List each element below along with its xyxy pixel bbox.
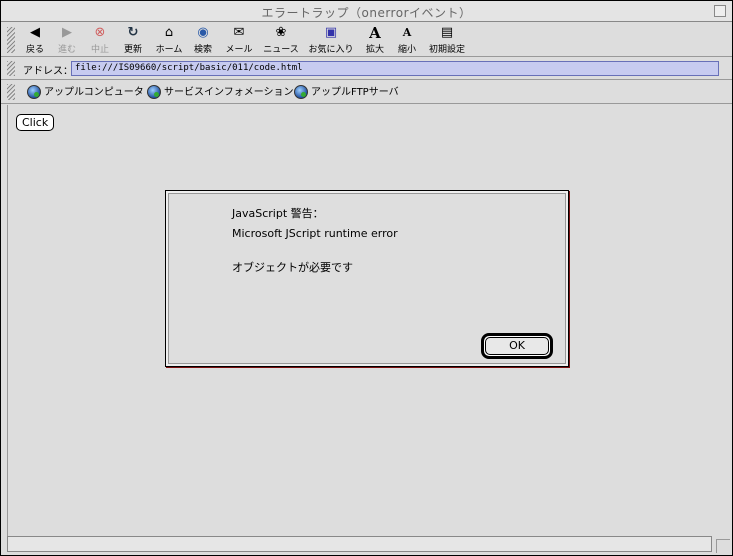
forward-arrow-icon: ▶: [62, 25, 72, 40]
larger-text-icon: A: [369, 24, 381, 42]
javascript-alert-dialog: JavaScript 警告： Microsoft JScript runtime…: [165, 190, 569, 367]
mail-button[interactable]: ✉ メール: [223, 25, 255, 55]
preferences-button[interactable]: ▤ 初期設定: [427, 25, 467, 55]
link-label: アップルコンピュータ: [44, 87, 144, 98]
globe-icon: [27, 85, 41, 99]
favorites-label: お気に入り: [308, 45, 354, 55]
mail-icon: ✉: [233, 25, 245, 40]
larger-text-label: 拡大: [365, 45, 384, 55]
news-icon: ❀: [275, 25, 287, 40]
link-apple-ftp-server[interactable]: アップルFTPサーバ: [294, 84, 399, 102]
preferences-label: 初期設定: [428, 45, 465, 55]
favorites-button[interactable]: ▣ お気に入り: [306, 25, 356, 55]
forward-button[interactable]: ▶ 進む: [55, 25, 79, 55]
stop-button[interactable]: ⊗ 中止: [88, 25, 112, 55]
search-globe-icon: ◉: [197, 25, 209, 40]
home-button[interactable]: ⌂ ホーム: [153, 25, 185, 55]
links-grip-icon[interactable]: [7, 84, 15, 100]
favorites-bar: アップルコンピュータ サービスインフォメーション アップルFTPサーバ: [1, 81, 732, 104]
browser-window: エラートラップ（onerrorイベント） ◀ 戻る ▶ 進む ⊗ 中止 ↻ 更新…: [0, 0, 733, 556]
window-title: エラートラップ（onerrorイベント）: [261, 6, 472, 20]
link-label: サービスインフォメーション: [164, 87, 294, 98]
refresh-button[interactable]: ↻ 更新: [121, 25, 145, 55]
ok-button[interactable]: OK: [481, 333, 553, 359]
ok-label: OK: [485, 337, 549, 355]
toolbar: ◀ 戻る ▶ 進む ⊗ 中止 ↻ 更新 ⌂ ホーム ◉ 検索 ✉ メール ❀ ニ: [1, 23, 732, 57]
news-label: ニュース: [263, 45, 299, 55]
refresh-label: 更新: [123, 45, 142, 55]
link-service-information[interactable]: サービスインフォメーション: [147, 84, 294, 102]
home-icon: ⌂: [164, 25, 174, 40]
preferences-icon: ▤: [440, 25, 454, 40]
news-button[interactable]: ❀ ニュース: [261, 25, 301, 55]
back-label: 戻る: [25, 45, 44, 55]
globe-icon: [294, 85, 308, 99]
status-bar: [7, 536, 712, 552]
stop-label: 中止: [90, 45, 109, 55]
resize-handle-icon[interactable]: [716, 539, 730, 553]
stop-icon: ⊗: [94, 25, 106, 40]
larger-text-button[interactable]: A 拡大: [363, 25, 387, 55]
forward-label: 進む: [57, 45, 76, 55]
address-input[interactable]: file:///IS09660/script/basic/011/code.ht…: [71, 61, 719, 76]
refresh-icon: ↻: [127, 25, 139, 40]
click-button[interactable]: Click: [16, 114, 55, 131]
toolbar-grip-icon[interactable]: [7, 27, 15, 53]
home-label: ホーム: [155, 45, 183, 55]
smaller-text-label: 縮小: [397, 45, 416, 55]
link-apple-computer[interactable]: アップルコンピュータ: [27, 84, 144, 102]
address-label: アドレス：: [23, 66, 73, 77]
link-label: アップルFTPサーバ: [311, 87, 399, 98]
back-arrow-icon: ◀: [30, 25, 40, 40]
favorites-icon: ▣: [324, 25, 338, 40]
zoom-box-icon[interactable]: [714, 5, 726, 17]
mail-label: メール: [225, 45, 253, 55]
title-bar[interactable]: エラートラップ（onerrorイベント）: [1, 1, 732, 22]
globe-icon: [147, 85, 161, 99]
dialog-message: Microsoft JScript runtime error: [232, 227, 398, 240]
search-label: 検索: [193, 45, 212, 55]
smaller-text-button[interactable]: A 縮小: [395, 25, 419, 55]
search-button[interactable]: ◉ 検索: [191, 25, 215, 55]
dialog-detail: オブジェクトが必要です: [232, 261, 353, 274]
dialog-title: JavaScript 警告：: [232, 207, 324, 220]
back-button[interactable]: ◀ 戻る: [23, 25, 47, 55]
address-grip-icon[interactable]: [7, 61, 15, 76]
address-bar: アドレス： file:///IS09660/script/basic/011/c…: [1, 58, 732, 80]
smaller-text-icon: A: [402, 26, 412, 39]
